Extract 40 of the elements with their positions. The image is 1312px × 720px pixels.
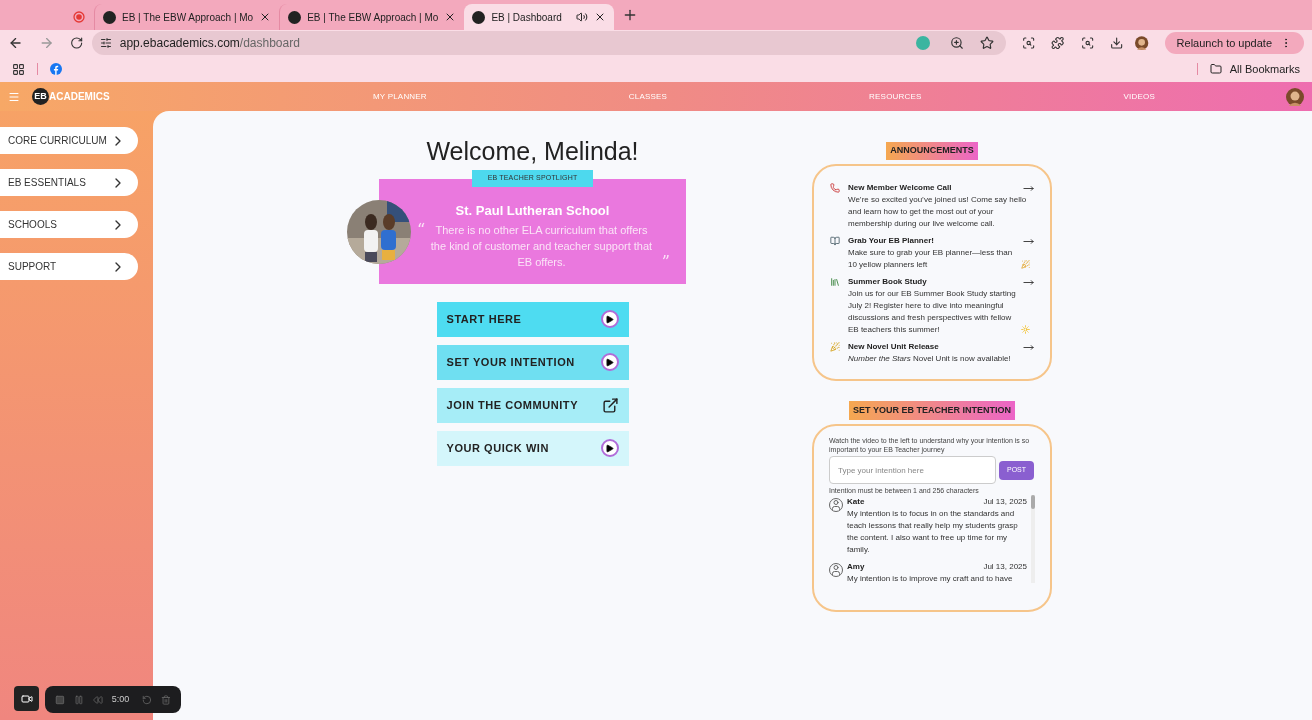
comment-date: Jul 13, 2025 — [983, 561, 1027, 573]
relaunch-button[interactable]: Relaunch to update — [1164, 32, 1305, 54]
school-name: St. Paul Lutheran School — [455, 201, 610, 220]
comment-text: My intention is to focus in on the standards and teach lessons that really help my students grasp the content. I also want to free up time for my family. — [847, 508, 1019, 556]
action-button[interactable]: START HERE — [436, 301, 629, 337]
bookmarks-folder[interactable]: All Bookmarks — [1209, 60, 1300, 78]
sidebar-item[interactable]: SUPPORT — [0, 253, 138, 280]
announcement-text: We’re so excited you’ve joined us! Come say hello and learn how to get the most out of your membership during our live welcome call. — [848, 194, 1028, 230]
announcement-text: Make sure to grab your EB planner—less than 10 yellow planners left — [848, 247, 1014, 271]
announcement-text: Number the Stars Novel Unit is now available! — [848, 353, 1012, 365]
announcement-title[interactable]: New Member Welcome Call — [848, 182, 1015, 194]
tab-title: EB | The EBW Approach | Mo — [122, 10, 254, 25]
browser-tab[interactable]: EB | Dashboard — [464, 4, 615, 30]
announcement-title[interactable]: New Novel Unit Release — [848, 341, 1015, 353]
tab-title: EB | Dashboard — [491, 10, 563, 25]
sidebar-item[interactable]: SCHOOLS — [0, 211, 138, 238]
site-logo[interactable]: EB ACADEMICS — [32, 88, 272, 105]
announcement-text: Join us for our EB Summer Book Study starting July 2! Register here to dive into meaningful discussions and fresh perspectives with fellow EB teachers this summer! — [848, 288, 1017, 336]
intention-heading: SET YOUR EB TEACHER INTENTION — [849, 401, 1015, 420]
announcements-heading: ANNOUNCEMENTS — [886, 142, 978, 160]
close-quote-mark: ” — [661, 254, 670, 270]
url-text: app.ebacademics.com/dashboard — [119, 35, 301, 52]
recording-timer: 5:00 — [111, 692, 130, 706]
address-bar[interactable]: app.ebacademics.com/dashboard — [91, 31, 1006, 55]
action-button[interactable]: YOUR QUICK WIN — [436, 430, 629, 466]
action-button[interactable]: JOIN THE COMMUNITY — [436, 387, 629, 423]
commenter-name: Amy — [847, 561, 865, 573]
open-quote-mark: “ — [417, 222, 426, 238]
comment-date: Jul 13, 2025 — [983, 496, 1027, 508]
welcome-heading: Welcome, Melinda! — [426, 136, 639, 167]
intention-field[interactable]: Type your intention here — [829, 456, 996, 484]
action-button[interactable]: SET YOUR INTENTION — [436, 344, 629, 380]
tab-title: EB | The EBW Approach | Mo — [307, 10, 439, 25]
spotlight-quote: There is no other ELA curriculum that offers the kind of customer and teacher support that EB offers. — [429, 223, 654, 270]
comment-text: My intention is to improve my craft and to have — [847, 573, 1014, 583]
sidebar-item[interactable]: CORE CURRICULUM — [0, 127, 138, 154]
sidebar-item[interactable]: EB ESSENTIALS — [0, 169, 138, 196]
announcement-title[interactable]: Summer Book Study — [848, 276, 1015, 288]
commenter-name: Kate — [847, 496, 865, 508]
announcement-title[interactable]: Grab Your EB Planner! — [848, 235, 1015, 247]
